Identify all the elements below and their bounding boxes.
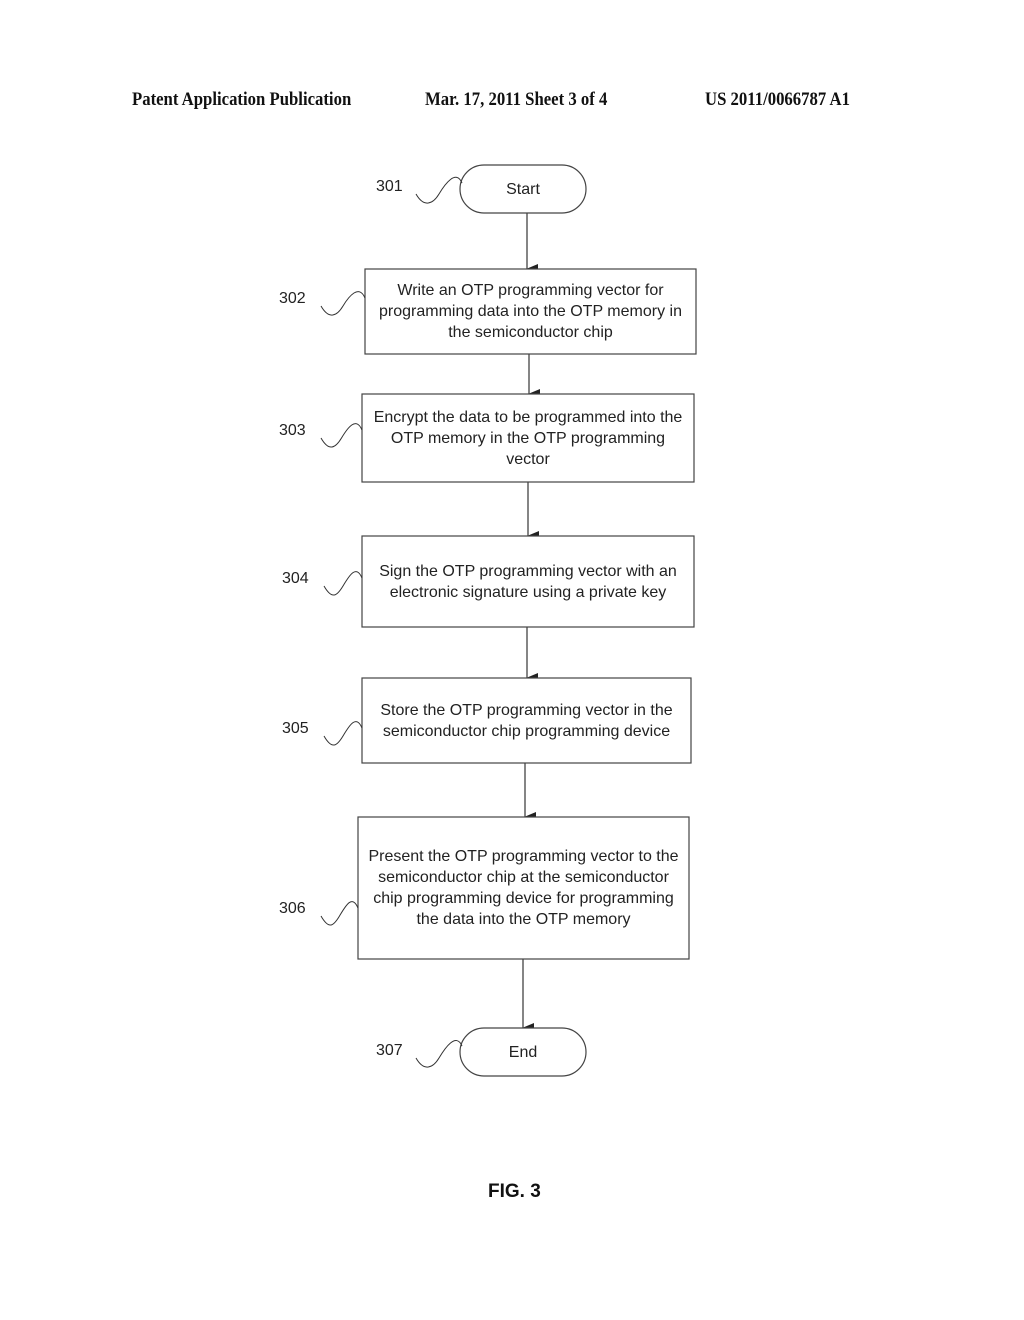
- leader-line-306: [320, 901, 359, 926]
- leader-line-307: [415, 1040, 463, 1068]
- leader-line-304: [323, 571, 363, 596]
- reference-number-306: 306: [279, 900, 306, 917]
- reference-number-303: 303: [279, 422, 306, 439]
- reference-number-304: 304: [282, 570, 309, 587]
- reference-number-305: 305: [282, 720, 309, 737]
- leader-line-302: [320, 291, 366, 316]
- node-text-305: Store the OTP programming vector in the …: [380, 701, 673, 740]
- node-text-306: Present the OTP programming vector to th…: [368, 848, 679, 928]
- reference-number-307: 307: [376, 1042, 403, 1059]
- figure-label: FIG. 3: [488, 1181, 541, 1202]
- leader-line-301: [415, 176, 463, 204]
- leader-line-305: [323, 721, 363, 746]
- leader-line-303: [320, 423, 363, 448]
- node-text-303: Encrypt the data to be programmed into t…: [373, 408, 683, 468]
- node-text-304: Sign the OTP programming vector with an …: [379, 562, 677, 601]
- reference-number-301: 301: [376, 178, 403, 195]
- node-text-302: Write an OTP programming vector for prog…: [379, 282, 682, 341]
- reference-number-302: 302: [279, 290, 306, 307]
- node-text-301: Start: [506, 180, 540, 198]
- node-text-307: End: [508, 1043, 538, 1061]
